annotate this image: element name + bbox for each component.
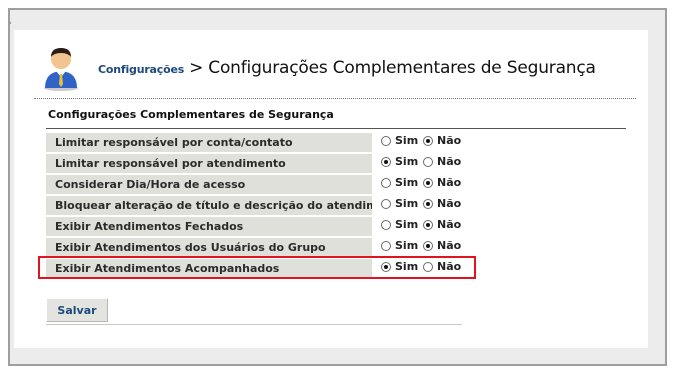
radio-label-nao: Não	[437, 218, 462, 231]
radio-option-nao[interactable]: Não	[423, 155, 461, 168]
setting-options: Sim Não	[376, 196, 462, 215]
setting-label: Considerar Dia/Hora de acesso	[46, 175, 374, 194]
page-title-text: > Configurações Complementares de Segura…	[189, 58, 596, 78]
radio-button-icon[interactable]	[381, 156, 391, 167]
radio-label-nao: Não	[437, 155, 462, 168]
setting-row: Exibir Atendimentos dos Usuários do Grup…	[46, 237, 462, 258]
radio-button-icon[interactable]	[381, 135, 391, 146]
page-title: Configurações > Configurações Complementa…	[98, 58, 596, 78]
radio-label-sim: Sim	[395, 197, 419, 210]
radio-button-icon[interactable]	[381, 177, 391, 188]
setting-label: Bloquear alteração de título e descrição…	[46, 196, 374, 215]
setting-label: Exibir Atendimentos dos Usuários do Grup…	[46, 238, 374, 257]
setting-row: Considerar Dia/Hora de acesso Sim Não	[46, 174, 462, 195]
section-divider	[46, 128, 626, 129]
save-button[interactable]: Salvar	[46, 298, 108, 322]
setting-label: Exibir Atendimentos Fechados	[46, 217, 374, 236]
radio-label-nao: Não	[437, 176, 462, 189]
radio-label-nao: Não	[437, 197, 462, 210]
setting-options: Sim Não	[376, 217, 462, 236]
setting-row: Exibir Atendimentos Fechados Sim Não	[46, 216, 462, 237]
radio-label-sim: Sim	[395, 134, 419, 147]
radio-label-sim: Sim	[395, 155, 419, 168]
radio-button-icon[interactable]	[423, 135, 433, 146]
radio-button-icon[interactable]	[381, 240, 391, 251]
highlight-box	[38, 256, 476, 279]
setting-row: Bloquear alteração de título e descrição…	[46, 195, 462, 216]
radio-label-sim: Sim	[395, 239, 419, 252]
setting-options: Sim Não	[376, 133, 462, 152]
header-divider	[34, 98, 636, 99]
radio-option-nao[interactable]: Não	[423, 218, 461, 231]
section-title: Configurações Complementares de Seguranç…	[48, 108, 334, 121]
radio-option-nao[interactable]: Não	[423, 239, 461, 252]
user-avatar-icon	[44, 48, 78, 91]
setting-row: Limitar responsável por conta/contato Sim…	[46, 132, 462, 153]
setting-label: Limitar responsável por conta/contato	[46, 133, 374, 152]
radio-option-sim[interactable]: Sim	[381, 218, 418, 231]
radio-option-sim[interactable]: Sim	[381, 155, 418, 168]
radio-button-icon[interactable]	[423, 240, 433, 251]
radio-label-nao: Não	[437, 134, 462, 147]
radio-button-icon[interactable]	[423, 156, 433, 167]
radio-option-sim[interactable]: Sim	[381, 239, 418, 252]
radio-button-icon[interactable]	[423, 219, 433, 230]
footer-divider	[46, 324, 462, 325]
setting-label: Limitar responsável por atendimento	[46, 154, 374, 173]
radio-button-icon[interactable]	[423, 177, 433, 188]
radio-option-sim[interactable]: Sim	[381, 197, 418, 210]
radio-option-nao[interactable]: Não	[423, 176, 461, 189]
radio-button-icon[interactable]	[423, 198, 433, 209]
radio-label-sim: Sim	[395, 176, 419, 189]
setting-options: Sim Não	[376, 154, 462, 173]
radio-button-icon[interactable]	[381, 219, 391, 230]
radio-option-sim[interactable]: Sim	[381, 134, 418, 147]
radio-option-nao[interactable]: Não	[423, 197, 461, 210]
breadcrumb-link-configuracoes[interactable]: Configurações	[98, 63, 184, 76]
radio-option-nao[interactable]: Não	[423, 134, 461, 147]
setting-options: Sim Não	[376, 175, 462, 194]
radio-button-icon[interactable]	[381, 198, 391, 209]
setting-row: Limitar responsável por atendimento Sim Nã…	[46, 153, 462, 174]
radio-label-nao: Não	[437, 239, 462, 252]
radio-option-sim[interactable]: Sim	[381, 176, 418, 189]
setting-options: Sim Não	[376, 238, 462, 257]
radio-label-sim: Sim	[395, 218, 419, 231]
corner-arrow-icon: ›	[9, 19, 12, 27]
